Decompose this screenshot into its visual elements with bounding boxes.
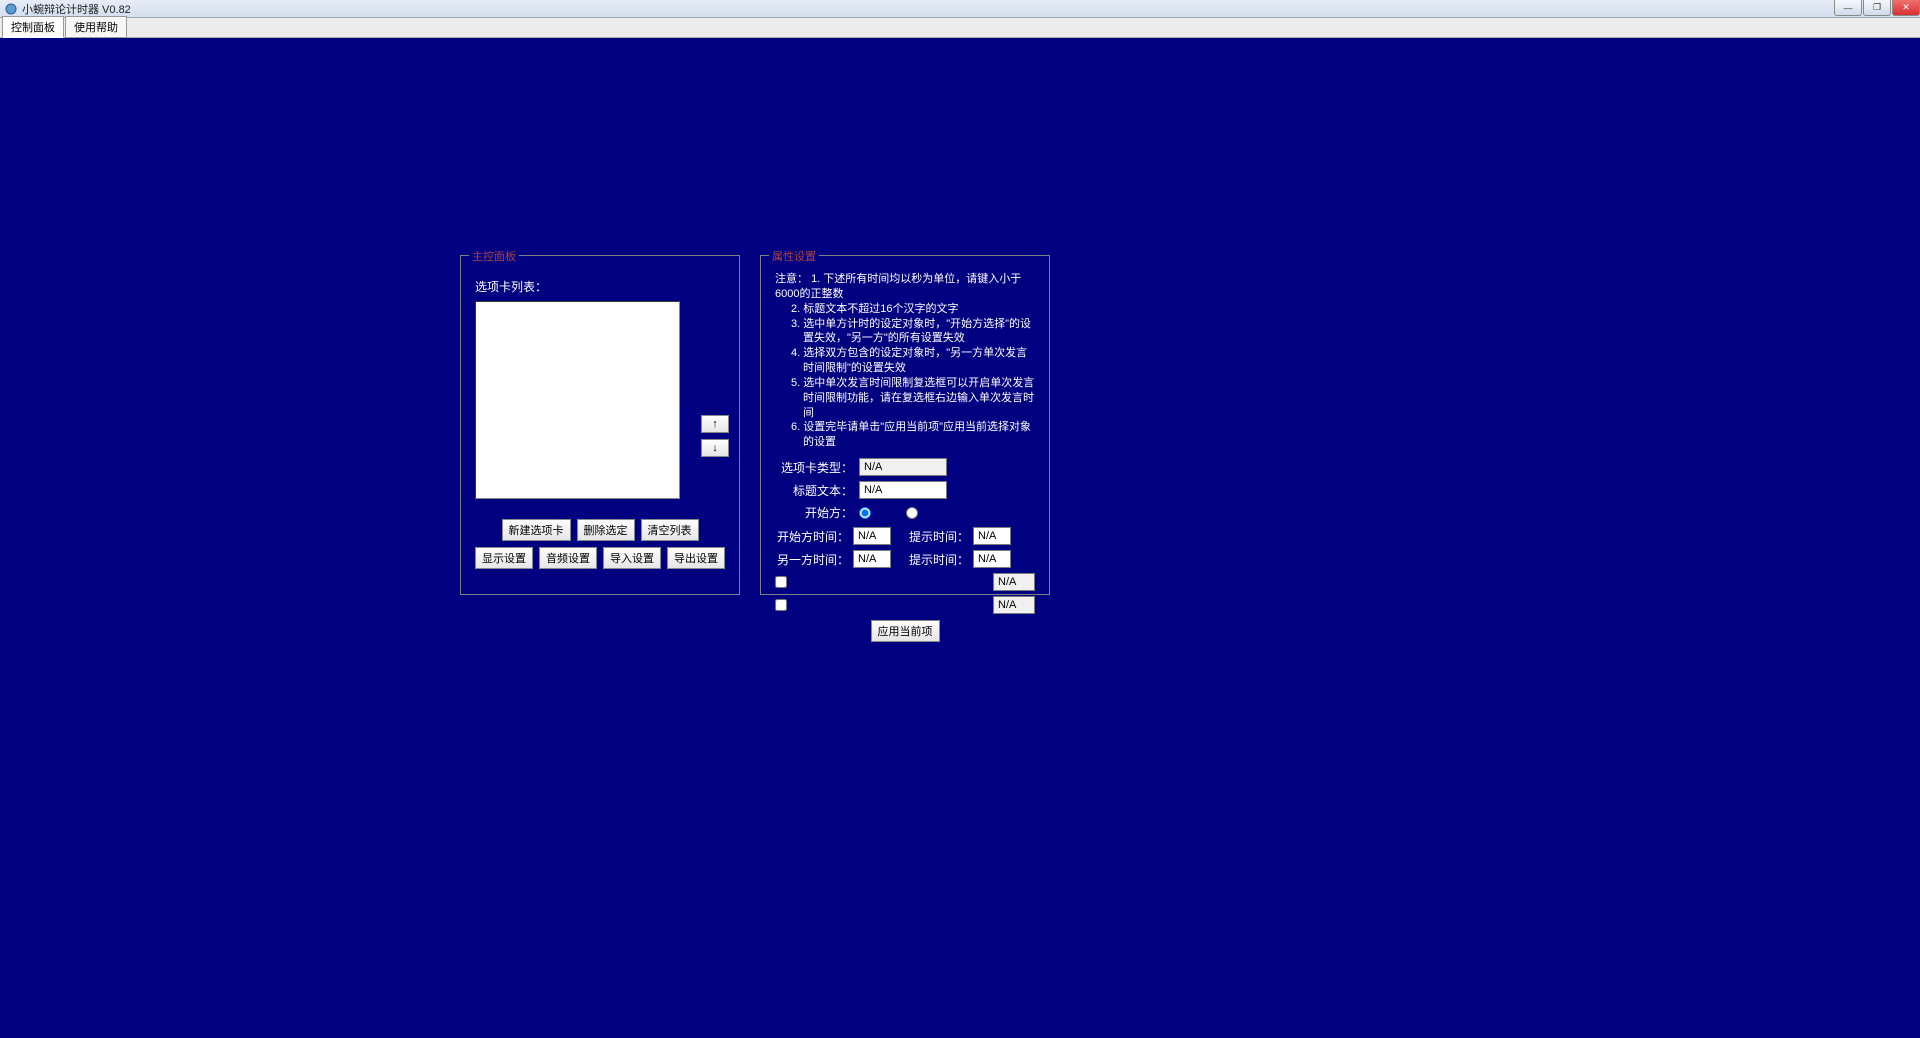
start-side-limit-label: 开始方单次发言时间限制 [793, 574, 993, 590]
window-title: 小蜿辩论计时器 V0.82 [22, 1, 131, 17]
hint-time-label-2: 提示时间： [907, 551, 969, 568]
start-side-positive-label: 正方 [874, 505, 896, 521]
tab-type-label: 选项卡类型： [775, 459, 853, 476]
start-side-negative-label: 反方 [921, 505, 943, 521]
start-time-label: 开始方时间： [775, 528, 849, 545]
display-settings-button[interactable]: 显示设置 [475, 547, 533, 569]
notice-prefix: 注意： [775, 273, 808, 285]
start-side-limit-field [993, 573, 1035, 591]
main-control-legend: 主控面板 [469, 248, 519, 264]
hint-time-label-1: 提示时间： [907, 528, 969, 545]
other-time-field[interactable] [853, 550, 891, 568]
notice-block: 注意： 1. 下述所有时间均以秒为单位，请键入小于6000的正整数 2. 标题文… [775, 272, 1035, 450]
tab-list-label: 选项卡列表： [475, 278, 725, 295]
other-side-limit-label: 另一方单次发言时间限制 [793, 597, 993, 613]
tab-listbox[interactable] [475, 301, 680, 499]
start-time-field[interactable] [853, 527, 891, 545]
start-side-limit-checkbox[interactable] [775, 576, 787, 588]
clear-list-button[interactable]: 清空列表 [641, 519, 699, 541]
move-down-button[interactable]: ↓ [701, 439, 729, 457]
notice-1: 1. 下述所有时间均以秒为单位，请键入小于6000的正整数 [775, 273, 1021, 300]
new-tab-button[interactable]: 新建选项卡 [502, 519, 571, 541]
tab-type-field [859, 458, 947, 476]
hint-time-field-1[interactable] [973, 527, 1011, 545]
other-side-limit-field [993, 596, 1035, 614]
export-settings-button[interactable]: 导出设置 [667, 547, 725, 569]
property-settings-panel: 属性设置 注意： 1. 下述所有时间均以秒为单位，请键入小于6000的正整数 2… [760, 255, 1050, 595]
title-text-field[interactable] [859, 481, 947, 499]
maximize-button[interactable]: ❐ [1863, 0, 1891, 16]
tab-control-panel[interactable]: 控制面板 [2, 16, 64, 38]
audio-settings-button[interactable]: 音频设置 [539, 547, 597, 569]
app-icon [4, 2, 18, 16]
delete-selected-button[interactable]: 删除选定 [577, 519, 635, 541]
close-button[interactable]: ✕ [1892, 0, 1920, 16]
notice-4: 4. 选择双方包含的设定对象时，"另一方单次发言时间限制"的设置失效 [803, 346, 1035, 376]
other-time-label: 另一方时间： [775, 551, 849, 568]
title-text-label: 标题文本： [775, 482, 853, 499]
tab-help[interactable]: 使用帮助 [65, 16, 127, 38]
minimize-button[interactable]: — [1834, 0, 1862, 16]
notice-6: 6. 设置完毕请单击"应用当前项"应用当前选择对象的设置 [803, 420, 1035, 450]
titlebar: 小蜿辩论计时器 V0.82 — ❐ ✕ [0, 0, 1920, 18]
start-side-label: 开始方： [775, 504, 853, 521]
client-area: 主控面板 选项卡列表： ↑ ↓ 新建选项卡 删除选定 清空列表 显示设置 音频设… [0, 38, 1920, 1038]
main-control-panel: 主控面板 选项卡列表： ↑ ↓ 新建选项卡 删除选定 清空列表 显示设置 音频设… [460, 255, 740, 595]
property-settings-legend: 属性设置 [769, 248, 819, 264]
tabstrip: 控制面板 使用帮助 [0, 18, 1920, 38]
notice-3: 3. 选中单方计时的设定对象时，"开始方选择"的设置失效，"另一方"的所有设置失… [803, 317, 1035, 347]
start-side-negative-radio[interactable] [906, 507, 918, 519]
hint-time-field-2[interactable] [973, 550, 1011, 568]
import-settings-button[interactable]: 导入设置 [603, 547, 661, 569]
start-side-positive-radio[interactable] [859, 507, 871, 519]
other-side-limit-checkbox[interactable] [775, 599, 787, 611]
move-up-button[interactable]: ↑ [701, 415, 729, 433]
apply-current-button[interactable]: 应用当前项 [871, 620, 940, 642]
notice-5: 5. 选中单次发言时间限制复选框可以开启单次发言时间限制功能，请在复选框右边输入… [803, 376, 1035, 421]
notice-2: 2. 标题文本不超过16个汉字的文字 [803, 302, 1035, 317]
